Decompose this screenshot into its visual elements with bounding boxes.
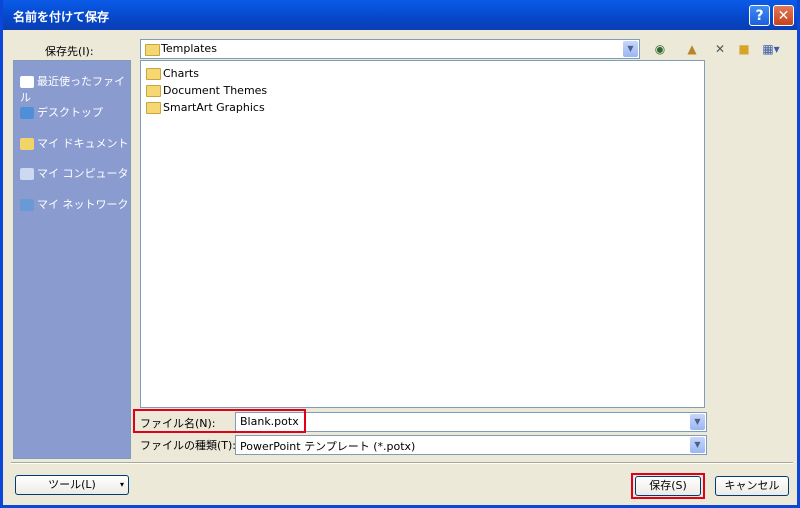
places-bar: 最近使ったファイル デスクトップ マイ ドキュメント マイ コンピュータ マイ … bbox=[13, 60, 131, 459]
place-label: 最近使ったファイル bbox=[20, 75, 125, 104]
desktop-icon bbox=[20, 107, 34, 119]
place-recent[interactable]: 最近使ったファイル bbox=[20, 73, 132, 104]
my-network-icon bbox=[20, 199, 34, 211]
new-folder-icon[interactable]: ■ bbox=[735, 40, 753, 58]
tools-button[interactable]: ツール(L) ▾ bbox=[15, 475, 129, 495]
title-bar[interactable]: 名前を付けて保存 ? ✕ bbox=[3, 0, 797, 30]
views-icon[interactable]: ▦▾ bbox=[759, 40, 783, 58]
list-item[interactable]: Charts bbox=[146, 67, 199, 83]
recent-docs-icon bbox=[20, 76, 34, 88]
highlight-box bbox=[133, 409, 306, 433]
place-label: マイ コンピュータ bbox=[37, 167, 129, 180]
folder-icon bbox=[145, 44, 160, 56]
file-list[interactable]: Charts Document Themes SmartArt Graphics bbox=[140, 60, 705, 408]
my-documents-icon bbox=[20, 138, 34, 150]
list-item[interactable]: Document Themes bbox=[146, 84, 267, 100]
divider bbox=[11, 462, 793, 464]
folder-icon bbox=[146, 68, 161, 80]
file-name: SmartArt Graphics bbox=[163, 101, 265, 114]
filetype-value: PowerPoint テンプレート (*.potx) bbox=[240, 440, 416, 453]
list-item[interactable]: SmartArt Graphics bbox=[146, 101, 265, 117]
chevron-down-icon[interactable]: ▼ bbox=[690, 414, 705, 430]
place-label: デスクトップ bbox=[37, 106, 103, 119]
chevron-down-icon[interactable]: ▼ bbox=[690, 437, 705, 453]
window-title: 名前を付けて保存 bbox=[13, 10, 110, 24]
place-label: マイ ネットワーク bbox=[37, 198, 129, 211]
folder-icon bbox=[146, 85, 161, 97]
place-label: マイ ドキュメント bbox=[37, 137, 129, 150]
place-my-computer[interactable]: マイ コンピュータ bbox=[20, 165, 132, 183]
place-my-network[interactable]: マイ ネットワーク bbox=[20, 196, 132, 214]
my-computer-icon bbox=[20, 168, 34, 180]
location-dropdown[interactable]: Templates ▼ bbox=[140, 39, 640, 59]
place-desktop[interactable]: デスクトップ bbox=[20, 104, 132, 122]
location-label: 保存先(I): bbox=[45, 45, 94, 58]
highlight-box bbox=[631, 473, 705, 499]
chevron-down-icon[interactable]: ▼ bbox=[623, 41, 638, 57]
cancel-button[interactable]: キャンセル bbox=[715, 476, 789, 496]
file-name: Document Themes bbox=[163, 84, 268, 97]
folder-icon bbox=[146, 102, 161, 114]
save-as-dialog: 名前を付けて保存 ? ✕ 保存先(I): Templates ▼ ◉ ▲ ✕ ■… bbox=[0, 0, 800, 508]
location-value: Templates bbox=[161, 42, 217, 55]
back-icon[interactable]: ◉ bbox=[651, 40, 669, 58]
close-button[interactable]: ✕ bbox=[773, 5, 794, 26]
filetype-label: ファイルの種類(T): bbox=[140, 439, 237, 452]
tools-label: ツール(L) bbox=[48, 478, 96, 491]
delete-icon[interactable]: ✕ bbox=[711, 40, 729, 58]
place-my-documents[interactable]: マイ ドキュメント bbox=[20, 135, 132, 153]
chevron-down-icon: ▾ bbox=[119, 480, 124, 489]
filetype-dropdown[interactable]: PowerPoint テンプレート (*.potx) ▼ bbox=[235, 435, 707, 455]
help-button[interactable]: ? bbox=[749, 5, 770, 26]
up-folder-icon[interactable]: ▲ bbox=[683, 40, 701, 58]
file-name: Charts bbox=[163, 67, 199, 80]
